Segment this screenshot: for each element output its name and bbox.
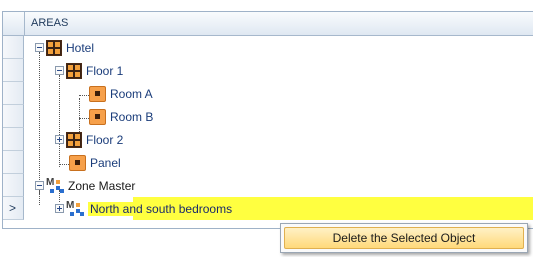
tree-node-hotel[interactable]: Hotel [35, 36, 94, 59]
menu-item-label: Delete the Selected Object [332, 231, 476, 245]
table-row[interactable]: M Zone Master [25, 174, 533, 197]
header-row-selector[interactable] [3, 12, 25, 35]
room-icon [89, 85, 106, 102]
row-selector[interactable] [3, 59, 24, 82]
collapse-icon[interactable] [35, 181, 44, 190]
tree-node-label: Floor 1 [86, 63, 124, 78]
table-row[interactable]: Room A [25, 82, 533, 105]
row-selector[interactable] [3, 174, 24, 197]
row-selector-current[interactable]: > [3, 197, 24, 220]
expand-icon[interactable] [55, 135, 64, 144]
tree-node-label: Floor 2 [86, 132, 124, 147]
row-selector[interactable] [3, 128, 24, 151]
room-icon [69, 154, 86, 171]
tree-node-room-b[interactable]: Room B [89, 105, 153, 128]
tree-node-label: North and south bedrooms [88, 201, 235, 216]
zone-master-icon: M [46, 177, 64, 194]
table-row[interactable]: Panel [25, 151, 533, 174]
row-selector[interactable] [3, 105, 24, 128]
tree-node-label: Panel [90, 155, 121, 170]
column-header-areas[interactable]: AREAS [31, 17, 68, 29]
tree-node-floor-2[interactable]: Floor 2 [55, 128, 123, 151]
delete-selected-object-menu-item[interactable]: Delete the Selected Object [284, 227, 524, 249]
collapse-icon[interactable] [55, 66, 64, 75]
area-grid-icon [66, 62, 82, 79]
area-grid-icon [46, 39, 62, 56]
table-row-selected[interactable]: M North and south bedrooms [25, 197, 533, 220]
tree-node-floor-1[interactable]: Floor 1 [55, 59, 123, 82]
room-icon [89, 108, 106, 125]
row-selector[interactable] [3, 151, 24, 174]
zone-master-icon: M [66, 200, 84, 217]
row-selector[interactable] [3, 36, 24, 59]
tree-node-label: Zone Master [68, 178, 136, 193]
row-selector[interactable] [3, 82, 24, 105]
tree-node-label: Room B [110, 109, 154, 124]
tree-node-label: Room A [110, 86, 153, 101]
table-row[interactable]: Hotel [25, 36, 533, 59]
tree-node-north-and-south-bedrooms[interactable]: M North and south bedrooms [55, 197, 235, 220]
expand-icon[interactable] [55, 204, 64, 213]
tree-node-panel[interactable]: Panel [69, 151, 121, 174]
table-row[interactable]: Floor 1 [25, 59, 533, 82]
tree-node-room-a[interactable]: Room A [89, 82, 153, 105]
current-row-indicator: > [9, 201, 17, 215]
table-row[interactable]: Room B [25, 105, 533, 128]
collapse-icon[interactable] [35, 43, 44, 52]
area-grid-icon [66, 131, 82, 148]
context-menu: Delete the Selected Object [280, 223, 528, 253]
tree-node-label: Hotel [66, 40, 95, 55]
grid-header: AREAS [3, 12, 533, 36]
areas-grid[interactable]: AREAS > Hotel Floor 1 Room A Room B Floo… [2, 11, 533, 229]
tree-node-zone-master[interactable]: M Zone Master [35, 174, 135, 197]
table-row[interactable]: Floor 2 [25, 128, 533, 151]
application-frame: AREAS > Hotel Floor 1 Room A Room B Floo… [0, 0, 533, 257]
